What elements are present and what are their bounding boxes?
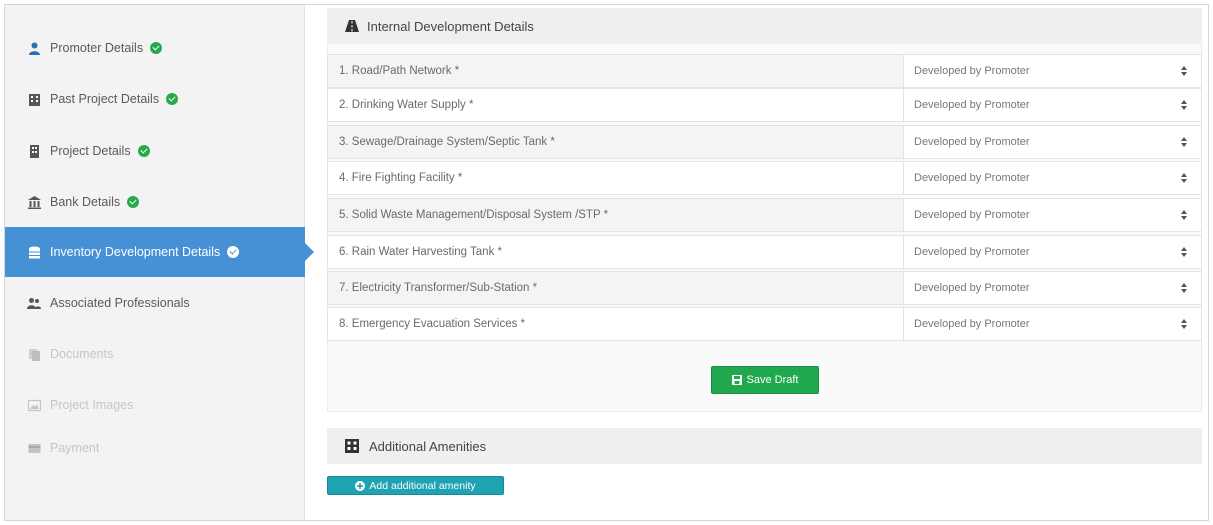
check-circle-icon [227, 246, 240, 258]
sort-caret-icon [1181, 210, 1187, 220]
sidebar-item-label: Past Project Details [50, 92, 160, 106]
check-circle-icon [150, 42, 163, 54]
sidebar-item-documents[interactable]: Documents [5, 329, 305, 379]
development-select[interactable]: Developed by Promoter [903, 54, 1202, 88]
sidebar-item-associated-professionals[interactable]: Associated Professionals [5, 278, 305, 328]
select-value: Developed by Promoter [914, 209, 1030, 221]
bank-icon [27, 195, 41, 209]
check-circle-icon [127, 196, 140, 208]
sidebar-item-inventory-development-details[interactable]: Inventory Development Details [5, 227, 314, 277]
table-row: 2. Drinking Water Supply * Developed by … [327, 88, 1202, 122]
sidebar-item-label: Documents [50, 347, 114, 361]
documents-icon [27, 347, 41, 361]
row-label: 3. Sewage/Drainage System/Septic Tank * [327, 125, 903, 159]
table-row: 1. Road/Path Network * Developed by Prom… [327, 54, 1202, 88]
building-icon [27, 92, 41, 106]
add-amenity-label: Add additional amenity [369, 479, 476, 492]
road-icon [345, 20, 359, 32]
users-icon [27, 296, 41, 310]
table-row: 3. Sewage/Drainage System/Septic Tank * … [327, 125, 1202, 159]
table-row: 6. Rain Water Harvesting Tank * Develope… [327, 235, 1202, 269]
row-label: 1. Road/Path Network * [327, 54, 903, 88]
internal-development-header: Internal Development Details [327, 8, 1202, 44]
row-label: 6. Rain Water Harvesting Tank * [327, 235, 903, 269]
sidebar-item-label: Inventory Development Details [50, 245, 221, 259]
sort-caret-icon [1181, 66, 1187, 76]
sidebar-item-label: Project Images [50, 398, 134, 412]
table-row: 8. Emergency Evacuation Services * Devel… [327, 307, 1202, 341]
save-draft-button[interactable]: Save Draft [711, 366, 819, 394]
select-value: Developed by Promoter [914, 136, 1030, 148]
select-value: Developed by Promoter [914, 246, 1030, 258]
sidebar-item-project-details[interactable]: Project Details [5, 126, 305, 176]
table-row: 7. Electricity Transformer/Sub-Station *… [327, 271, 1202, 305]
row-label: 7. Electricity Transformer/Sub-Station * [327, 271, 903, 305]
row-label: 8. Emergency Evacuation Services * [327, 307, 903, 341]
save-draft-label: Save Draft [746, 374, 799, 386]
sidebar-item-bank-details[interactable]: Bank Details [5, 177, 305, 227]
table-row: 4. Fire Fighting Facility * Developed by… [327, 161, 1202, 195]
select-value: Developed by Promoter [914, 172, 1030, 184]
building-icon [27, 144, 41, 158]
sort-caret-icon [1181, 137, 1187, 147]
sidebar-item-payment[interactable]: Payment [5, 423, 305, 473]
sidebar-item-label: Project Details [50, 144, 131, 158]
sidebar-item-label: Promoter Details [50, 41, 144, 55]
sidebar-item-label: Associated Professionals [50, 296, 190, 310]
development-select[interactable]: Developed by Promoter [903, 198, 1202, 232]
select-value: Developed by Promoter [914, 318, 1030, 330]
development-select[interactable]: Developed by Promoter [903, 235, 1202, 269]
plus-circle-icon [355, 480, 366, 491]
sidebar-item-promoter-details[interactable]: Promoter Details [5, 23, 305, 73]
check-circle-icon [137, 145, 150, 157]
sort-caret-icon [1181, 247, 1187, 257]
sort-caret-icon [1181, 173, 1187, 183]
sidebar: Promoter Details Past Project Details Pr… [5, 5, 314, 520]
row-label: 4. Fire Fighting Facility * [327, 161, 903, 195]
development-select[interactable]: Developed by Promoter [903, 161, 1202, 195]
additional-amenities-header: Additional Amenities [327, 428, 1202, 464]
sort-caret-icon [1181, 283, 1187, 293]
check-circle-icon [166, 93, 179, 105]
sidebar-item-label: Payment [50, 441, 100, 455]
development-select[interactable]: Developed by Promoter [903, 307, 1202, 341]
section-title: Internal Development Details [367, 18, 534, 34]
image-icon [27, 398, 41, 412]
development-select[interactable]: Developed by Promoter [903, 88, 1202, 122]
sort-caret-icon [1181, 319, 1187, 329]
select-value: Developed by Promoter [914, 99, 1030, 111]
sort-caret-icon [1181, 100, 1187, 110]
row-label: 5. Solid Waste Management/Disposal Syste… [327, 198, 903, 232]
sidebar-item-label: Bank Details [50, 195, 121, 209]
add-additional-amenity-button[interactable]: Add additional amenity [327, 476, 504, 495]
select-value: Developed by Promoter [914, 282, 1030, 294]
row-label: 2. Drinking Water Supply * [327, 88, 903, 122]
save-icon [731, 375, 742, 385]
section-title: Additional Amenities [369, 438, 487, 454]
user-tie-icon [27, 41, 41, 55]
credit-card-icon [27, 441, 41, 455]
development-select[interactable]: Developed by Promoter [903, 271, 1202, 305]
sidebar-item-past-project-details[interactable]: Past Project Details [5, 74, 305, 124]
development-select[interactable]: Developed by Promoter [903, 125, 1202, 159]
building-icon [345, 439, 359, 453]
table-row: 5. Solid Waste Management/Disposal Syste… [327, 198, 1202, 232]
database-icon [27, 245, 41, 259]
select-value: Developed by Promoter [914, 65, 1030, 77]
